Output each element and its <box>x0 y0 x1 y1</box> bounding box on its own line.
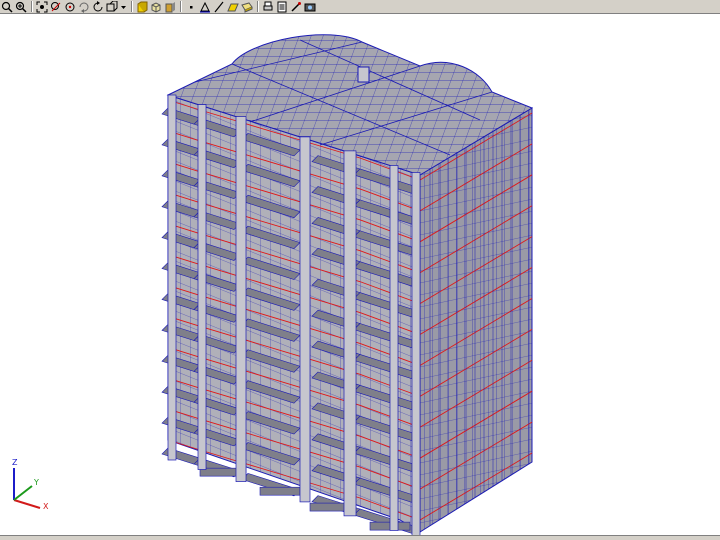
toolbar <box>0 0 720 14</box>
column <box>167 94 177 461</box>
dropdown-arrow-button[interactable] <box>120 1 127 13</box>
document-icon <box>277 1 287 12</box>
solid-view-button[interactable] <box>136 1 148 13</box>
column <box>411 172 421 535</box>
node-button[interactable] <box>185 1 197 13</box>
footing <box>259 486 301 496</box>
print-button[interactable] <box>262 1 274 13</box>
line-element-button[interactable] <box>213 1 225 13</box>
roof-stair-box <box>357 66 370 83</box>
axis-y-line <box>13 485 33 501</box>
rotate-button[interactable] <box>64 1 76 13</box>
plate-element-button[interactable] <box>227 1 239 13</box>
zoom-fit-button[interactable] <box>50 1 62 13</box>
rotate-x-button[interactable] <box>78 1 90 13</box>
document-button[interactable] <box>276 1 288 13</box>
status-bar <box>0 535 720 540</box>
toolbar-separator <box>257 1 259 12</box>
side-facade <box>419 107 533 533</box>
shaded-view-button[interactable] <box>164 1 176 13</box>
toolbar-separator <box>31 1 33 12</box>
zoom-button[interactable] <box>1 1 13 13</box>
camera-button[interactable] <box>304 1 316 13</box>
axis-z-label: Z <box>12 458 18 467</box>
model-viewport[interactable]: Z X Y <box>0 15 720 535</box>
zoom-window-button[interactable] <box>15 1 27 13</box>
rotate-x-icon <box>79 2 89 13</box>
axis-x-label: X <box>43 502 49 511</box>
support-icon <box>200 1 210 12</box>
toolbar-separator <box>131 1 133 12</box>
support-button[interactable] <box>199 1 211 13</box>
axis-triad: Z X Y <box>12 458 49 511</box>
axis-x-line <box>13 499 41 509</box>
plate-element-icon <box>227 3 239 11</box>
column <box>235 116 247 482</box>
rotate-icon <box>65 2 75 11</box>
solid-view-icon <box>137 1 148 12</box>
column <box>343 150 357 517</box>
zoom-extents-icon <box>36 1 48 12</box>
solid-element-icon <box>241 1 253 13</box>
box-view-button[interactable] <box>150 1 162 13</box>
column <box>299 136 311 503</box>
line-element-icon <box>214 1 224 12</box>
rotate-z-button[interactable] <box>92 0 104 13</box>
column <box>389 165 399 531</box>
column <box>197 104 207 470</box>
building-model[interactable]: Z X Y <box>0 15 720 535</box>
shaded-view-icon <box>165 1 175 12</box>
camera-icon <box>304 3 316 11</box>
view-select-button[interactable] <box>106 0 118 13</box>
toolbar-separator <box>180 1 182 12</box>
node-icon <box>190 5 193 8</box>
chevron-down-icon <box>121 5 126 9</box>
tools-button[interactable] <box>290 1 302 13</box>
tools-icon <box>291 1 301 12</box>
view-select-icon <box>106 0 118 11</box>
zoom-fit-icon <box>51 1 61 11</box>
zoom-window-icon <box>15 1 27 13</box>
zoom-icon <box>1 1 13 13</box>
solid-element-button[interactable] <box>241 1 253 13</box>
box-view-icon <box>151 1 161 13</box>
rotate-z-icon <box>93 0 103 11</box>
zoom-extents-button[interactable] <box>36 1 48 13</box>
axis-y-label: Y <box>33 478 39 487</box>
print-icon <box>263 1 273 10</box>
